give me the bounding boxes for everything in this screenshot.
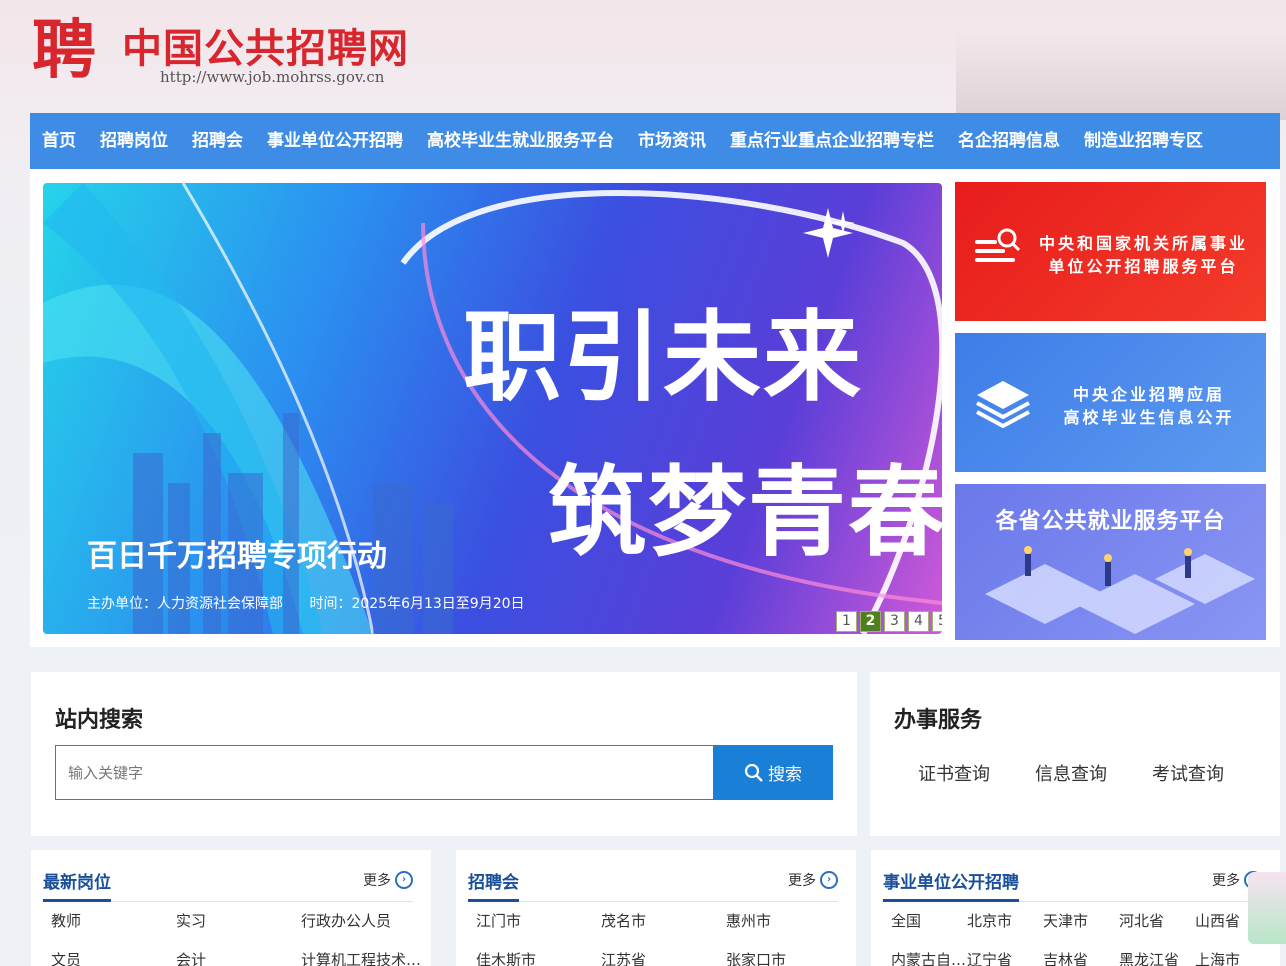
list-item[interactable]: 会计 [176,949,301,966]
nav-item-famous-companies[interactable]: 名企招聘信息 [946,113,1072,169]
pager-page-5[interactable]: 5 [932,611,942,632]
list-item[interactable]: 惠州市 [726,910,851,931]
banner-caption: 百日千万招聘专项行动 [87,539,387,574]
site-title[interactable]: 中国公共招聘网 [122,16,409,72]
site-search-panel: 站内搜索 搜索 [31,672,857,836]
pager-page-4[interactable]: 4 [908,611,929,632]
list-item[interactable]: 实习 [176,910,301,931]
pager-page-3[interactable]: 3 [884,611,905,632]
site-url: http://www.job.mohrss.gov.cn [160,68,385,86]
exam-query-link[interactable]: 考试查询 [1152,760,1224,786]
site-header: 聘 中国公共招聘网 http://www.job.mohrss.gov.cn [0,0,1286,113]
list-item[interactable]: 吉林省 [1043,949,1119,966]
list-item[interactable]: 河北省 [1119,910,1195,931]
floating-assistant-avatar[interactable] [1248,872,1286,944]
more-link[interactable]: 更多 › [363,870,413,890]
pager-page-1[interactable]: 1 [836,611,857,632]
list-item[interactable]: 江门市 [476,910,601,931]
banner-subtitle: 主办单位：人力资源社会保障部 时间：2025年6月13日至9月20日 [87,593,547,613]
list-header: 招聘会 更多 › [468,868,838,902]
nav-item-jobs[interactable]: 招聘岗位 [88,113,180,169]
list-item[interactable]: 辽宁省 [967,949,1043,966]
list-item[interactable]: 行政办公人员 [301,910,426,931]
nav-item-key-industries[interactable]: 重点行业重点企业招聘专栏 [718,113,946,169]
more-label: 更多 [363,873,391,889]
pager-page-2[interactable]: 2 [860,611,881,632]
list-item[interactable]: 文员 [51,949,176,966]
info-query-link[interactable]: 信息查询 [1035,760,1107,786]
card-line: 单位公开招聘服务平台 [1048,257,1239,276]
latest-jobs-panel: 最新岗位 更多 › 教师 实习 行政办公人员 文员 会计 计算机工程技术人员 [31,850,431,966]
list-items: 江门市 茂名市 惠州市 佳木斯市 江苏省 张家口市 [476,910,846,966]
list-item[interactable]: 茂名市 [601,910,726,931]
nav-item-job-fairs[interactable]: 招聘会 [180,113,255,169]
list-header: 最新岗位 更多 › [43,868,413,902]
more-label: 更多 [1212,873,1240,889]
banner-organizer: 主办单位：人力资源社会保障部 [87,596,283,612]
banner-slogan-line1: 职引未来 [463,301,864,415]
main-nav: 首页 招聘岗位 招聘会 事业单位公开招聘 高校毕业生就业服务平台 市场资讯 重点… [30,113,1280,169]
list-title[interactable]: 最新岗位 [43,868,111,902]
list-item[interactable]: 张家口市 [726,949,851,966]
list-item[interactable]: 内蒙古自治区 [891,949,967,966]
list-item[interactable]: 天津市 [1043,910,1119,931]
central-enterprise-graduates-card[interactable]: 中央企业招聘应届 高校毕业生信息公开 [955,333,1266,472]
card-text-central-enterprise: 中央企业招聘应届 高校毕业生信息公开 [1043,383,1255,429]
services-title: 办事服务 [894,708,983,733]
banner-pager: 1 2 3 4 5 6 [836,611,942,632]
service-links: 证书查询 信息查询 考试查询 [918,760,1224,786]
list-item[interactable]: 教师 [51,910,176,931]
nav-item-manufacturing[interactable]: 制造业招聘专区 [1072,113,1215,169]
list-item[interactable]: 江苏省 [601,949,726,966]
provincial-employment-platform-card[interactable]: 各省公共就业服务平台 [955,484,1266,640]
banner-slogan-line2: 筑梦青春 [548,456,942,570]
list-items: 全国 北京市 天津市 河北省 山西省 内蒙古自治区 辽宁省 吉林省 黑龙江省 上… [891,910,1270,966]
office-illustration-icon [985,546,1255,634]
public-institutions-panel: 事业单位公开招聘 更多 › 全国 北京市 天津市 河北省 山西省 内蒙古自治区 … [871,850,1280,966]
more-label: 更多 [788,873,816,889]
search-button-label: 搜索 [768,765,802,785]
card-line: 中央企业招聘应届 [1072,385,1225,404]
hero-banner[interactable]: 职引未来 筑梦青春 百日千万招聘专项行动 主办单位：人力资源社会保障部 时间：2… [43,183,942,634]
nav-item-market-news[interactable]: 市场资讯 [626,113,718,169]
list-item[interactable]: 计算机工程技术人员 [301,949,426,966]
list-header: 事业单位公开招聘 更多 › [883,868,1262,902]
list-item[interactable]: 全国 [891,910,967,931]
list-title[interactable]: 招聘会 [468,868,519,902]
job-fairs-panel: 招聘会 更多 › 江门市 茂名市 惠州市 佳木斯市 江苏省 张家口市 [456,850,856,966]
central-institutions-recruitment-card[interactable]: 中央和国家机关所属事业 单位公开招聘服务平台 [955,182,1266,321]
search-list-icon [975,228,1021,262]
search-button[interactable]: 搜索 [713,745,833,800]
nav-item-public-institutions[interactable]: 事业单位公开招聘 [255,113,415,169]
card-text-central-institutions: 中央和国家机关所属事业 单位公开招聘服务平台 [1031,232,1256,278]
list-title[interactable]: 事业单位公开招聘 [883,868,1019,902]
list-items: 教师 实习 行政办公人员 文员 会计 计算机工程技术人员 [51,910,426,966]
card-line: 中央和国家机关所属事业 [1038,234,1248,253]
search-icon [744,763,763,782]
nav-item-graduates[interactable]: 高校毕业生就业服务平台 [415,113,626,169]
nav-item-home[interactable]: 首页 [30,113,88,169]
card-line: 高校毕业生信息公开 [1063,408,1235,427]
list-item[interactable]: 山西省 [1195,910,1255,931]
list-item[interactable]: 佳木斯市 [476,949,601,966]
list-item[interactable]: 黑龙江省 [1119,949,1195,966]
certificate-query-link[interactable]: 证书查询 [918,760,990,786]
more-link[interactable]: 更多 › [788,870,838,890]
chevron-right-circle-icon: › [820,871,838,889]
search-title: 站内搜索 [55,708,144,733]
logo-icon[interactable]: 聘 [32,16,102,86]
banner-time: 时间：2025年6月13日至9月20日 [309,596,525,612]
chevron-right-circle-icon: › [395,871,413,889]
search-input[interactable] [55,745,713,800]
list-item[interactable]: 上海市 [1195,949,1255,966]
layers-icon [976,381,1030,429]
list-item[interactable]: 北京市 [967,910,1043,931]
services-panel: 办事服务 证书查询 信息查询 考试查询 [870,672,1280,836]
